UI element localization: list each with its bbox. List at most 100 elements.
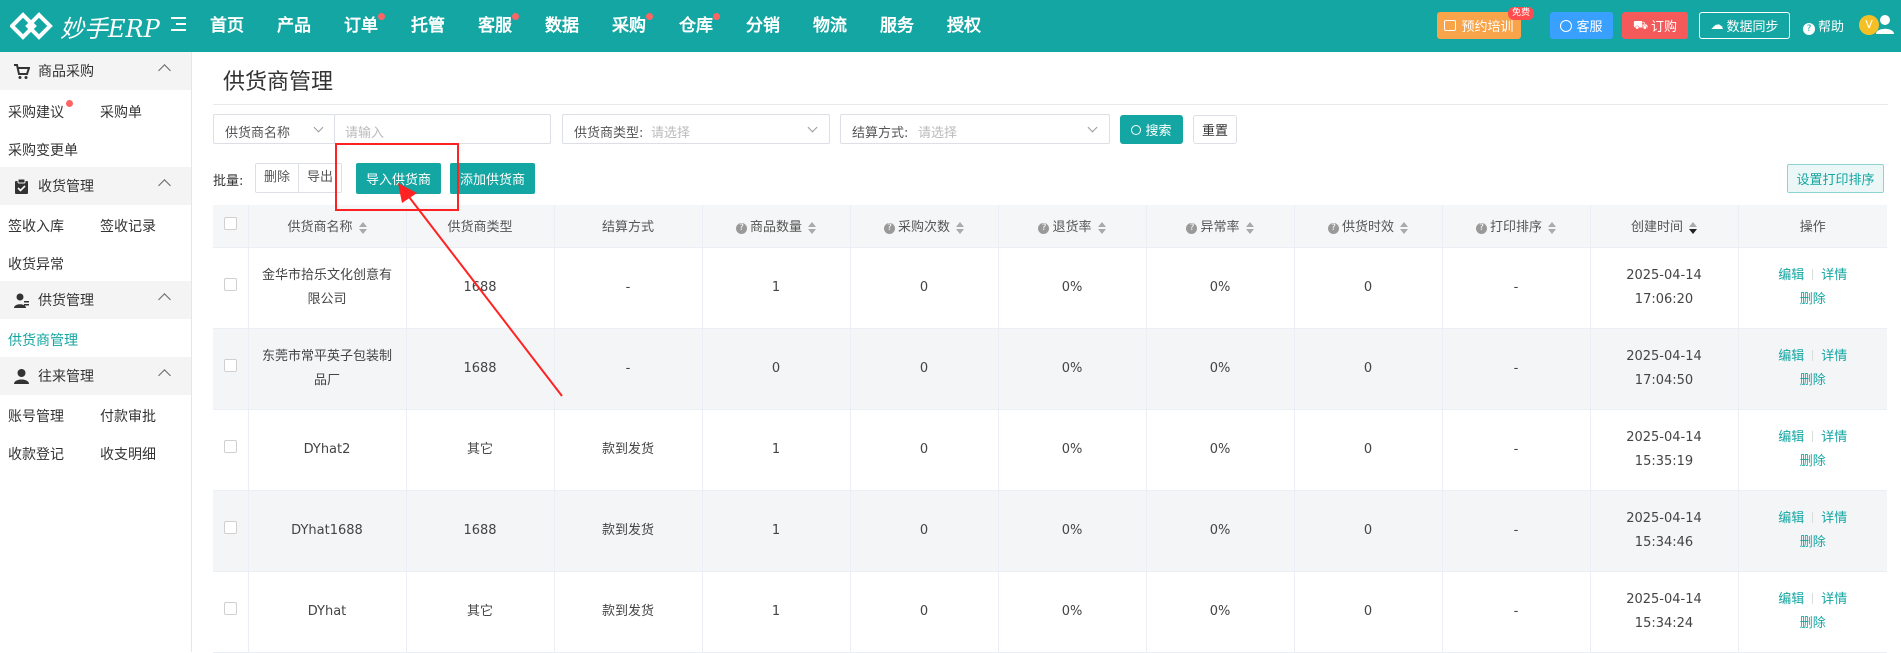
reset-button[interactable]: 重置 bbox=[1193, 115, 1237, 144]
column-header[interactable]: ? 异常率 bbox=[1146, 205, 1295, 248]
import-supplier-button[interactable]: 导入供货商 bbox=[356, 163, 441, 194]
sort-icon[interactable] bbox=[808, 221, 816, 234]
app-logo[interactable]: 妙手ERP bbox=[10, 6, 160, 46]
delete-link[interactable]: 删除 bbox=[1800, 373, 1826, 388]
edit-link[interactable]: 编辑 bbox=[1778, 349, 1804, 364]
sidebar-group-receiving[interactable]: 收货管理 bbox=[0, 167, 191, 205]
sort-icon[interactable] bbox=[956, 221, 964, 234]
sort-icon[interactable] bbox=[1689, 221, 1697, 234]
nav-item[interactable]: 仓库 bbox=[679, 0, 720, 52]
edit-link[interactable]: 编辑 bbox=[1778, 592, 1804, 607]
supplier-type-select[interactable]: 供货商类型: 请选择 bbox=[562, 114, 830, 144]
sidebar-group-supply[interactable]: 供货管理 bbox=[0, 281, 191, 319]
nav-item[interactable]: 订单 bbox=[344, 0, 385, 52]
row-checkbox[interactable] bbox=[223, 601, 237, 615]
table-row[interactable]: DYhat 其它 款到发货 1 0 0% 0% 0-2025-04-14 15:34:24 编辑详… bbox=[213, 571, 1887, 653]
sidebar-item-payment-approval[interactable]: 付款审批 bbox=[100, 406, 156, 426]
row-checkbox[interactable] bbox=[223, 277, 237, 291]
sort-icon[interactable] bbox=[1245, 221, 1254, 234]
column-header[interactable]: ? 采购次数 bbox=[850, 205, 999, 248]
sidebar-item-purchase-order[interactable]: 采购单 bbox=[100, 102, 142, 122]
select-all-checkbox[interactable] bbox=[223, 217, 237, 231]
sort-icon[interactable] bbox=[1097, 221, 1106, 234]
table-row[interactable]: 金华市拾乐文化创意有限公司 1688-1 0 0% 0% 0-2025-04-14 17:0… bbox=[213, 247, 1887, 329]
sort-icon[interactable] bbox=[358, 221, 367, 234]
delete-link[interactable]: 删除 bbox=[1800, 292, 1826, 307]
help-icon[interactable]: ? bbox=[1186, 223, 1198, 235]
batch-export-button[interactable]: 导出 bbox=[298, 164, 341, 192]
row-checkbox[interactable] bbox=[223, 439, 237, 453]
sidebar-group-purchase[interactable]: 商品采购 bbox=[0, 52, 191, 90]
user-avatar-icon[interactable] bbox=[1874, 13, 1896, 35]
nav-item[interactable]: 产品 bbox=[277, 0, 311, 52]
sort-icon[interactable] bbox=[1400, 221, 1408, 234]
help-icon[interactable]: ? bbox=[1475, 223, 1487, 235]
data-sync-button[interactable]: ☁ 数据同步 bbox=[1699, 12, 1790, 39]
column-header[interactable]: 创建时间 bbox=[1590, 205, 1739, 248]
help-icon[interactable]: ? bbox=[735, 223, 747, 235]
search-field-select[interactable]: 供货商名称 bbox=[213, 114, 335, 144]
search-button[interactable]: 搜索 bbox=[1120, 115, 1183, 144]
row-checkbox[interactable] bbox=[223, 358, 237, 372]
column-header[interactable]: ? 供货时效 bbox=[1294, 205, 1443, 248]
detail-link[interactable]: 详情 bbox=[1821, 349, 1847, 364]
sidebar-item-sign-in[interactable]: 签收入库 bbox=[8, 216, 64, 236]
sidebar-item-supplier-management[interactable]: 供货商管理 bbox=[8, 330, 78, 350]
sidebar-item-income-expense[interactable]: 收支明细 bbox=[100, 444, 156, 464]
detail-link[interactable]: 详情 bbox=[1821, 511, 1847, 526]
order-label: 订购 bbox=[1651, 20, 1678, 35]
column-header[interactable]: ? 商品数量 bbox=[702, 205, 851, 248]
nav-item[interactable]: 首页 bbox=[210, 0, 244, 52]
settlement-select[interactable]: 结算方式: 请选择 bbox=[840, 114, 1110, 144]
sidebar-item-receipt-register[interactable]: 收款登记 bbox=[8, 444, 64, 464]
nav-item[interactable]: 分销 bbox=[746, 0, 780, 52]
sidebar-item-purchase-suggest[interactable]: 采购建议 bbox=[8, 100, 73, 122]
help-icon[interactable]: ? bbox=[883, 223, 895, 235]
sidebar-item-purchase-change[interactable]: 采购变更单 bbox=[8, 140, 78, 160]
chevron-up-icon bbox=[158, 64, 171, 77]
sidebar-group-accounts[interactable]: 往来管理 bbox=[0, 357, 191, 395]
nav-item[interactable]: 物流 bbox=[813, 0, 847, 52]
customer-service-button[interactable]: 客服 bbox=[1550, 12, 1613, 39]
help-icon[interactable]: ? bbox=[1327, 223, 1339, 235]
help-link[interactable]: ? 帮助 bbox=[1803, 16, 1844, 35]
delete-link[interactable]: 删除 bbox=[1800, 454, 1826, 469]
add-supplier-button[interactable]: 添加供货商 bbox=[450, 163, 535, 194]
order-button[interactable]: ⛟ 订购 bbox=[1622, 12, 1688, 39]
sidebar-item-sign-record[interactable]: 签收记录 bbox=[100, 216, 156, 236]
cloud-icon: ☁ bbox=[1710, 18, 1724, 33]
delete-link[interactable]: 删除 bbox=[1800, 535, 1826, 550]
supplier-name-input[interactable]: 请输入 bbox=[334, 114, 551, 144]
nav-item[interactable]: 服务 bbox=[880, 0, 914, 52]
detail-link[interactable]: 详情 bbox=[1821, 592, 1847, 607]
table-row[interactable]: 东莞市常平英子包装制品厂 1688-0 0 0% 0% 0-2025-04-14 17:04… bbox=[213, 328, 1887, 410]
cell-actions: 编辑 详情删除 bbox=[1738, 490, 1887, 572]
print-sort-button[interactable]: 设置打印排序 bbox=[1787, 164, 1884, 193]
nav-item[interactable]: 授权 bbox=[947, 0, 981, 52]
table-row[interactable]: DYhat1688 1688 款到发货 1 0 0% 0% 0-2025-04-14 15:34… bbox=[213, 490, 1887, 572]
detail-link[interactable]: 详情 bbox=[1821, 268, 1847, 283]
edit-link[interactable]: 编辑 bbox=[1778, 511, 1804, 526]
edit-link[interactable]: 编辑 bbox=[1778, 268, 1804, 283]
nav-item[interactable]: 数据 bbox=[545, 0, 579, 52]
row-checkbox[interactable] bbox=[223, 520, 237, 534]
batch-delete-button[interactable]: 删除 bbox=[256, 164, 298, 192]
column-header-label: 结算方式 bbox=[601, 220, 654, 236]
sort-icon[interactable] bbox=[1548, 221, 1556, 234]
delete-link[interactable]: 删除 bbox=[1800, 616, 1826, 631]
help-icon[interactable]: ? bbox=[1038, 223, 1050, 235]
edit-link[interactable]: 编辑 bbox=[1778, 430, 1804, 445]
menu-toggle-icon[interactable] bbox=[171, 17, 186, 35]
nav-item[interactable]: 托管 bbox=[411, 0, 445, 52]
detail-link[interactable]: 详情 bbox=[1821, 430, 1847, 445]
column-header[interactable]: ? 打印排序 bbox=[1442, 205, 1591, 248]
column-header[interactable]: ? 退货率 bbox=[998, 205, 1147, 248]
nav-item[interactable]: 采购 bbox=[612, 0, 653, 52]
nav-item[interactable]: 客服 bbox=[478, 0, 519, 52]
help-label: 帮助 bbox=[1818, 20, 1845, 35]
table-row[interactable]: DYhat2 其它 款到发货 1 0 0% 0% 0-2025-04-14 15:35:19 编辑… bbox=[213, 409, 1887, 491]
sidebar-item-account-management[interactable]: 账号管理 bbox=[8, 406, 64, 426]
column-header-label: 商品数量 bbox=[749, 220, 802, 236]
sidebar-item-receiving-exception[interactable]: 收货异常 bbox=[8, 254, 64, 274]
column-header[interactable]: 供货商名称 bbox=[248, 205, 407, 248]
